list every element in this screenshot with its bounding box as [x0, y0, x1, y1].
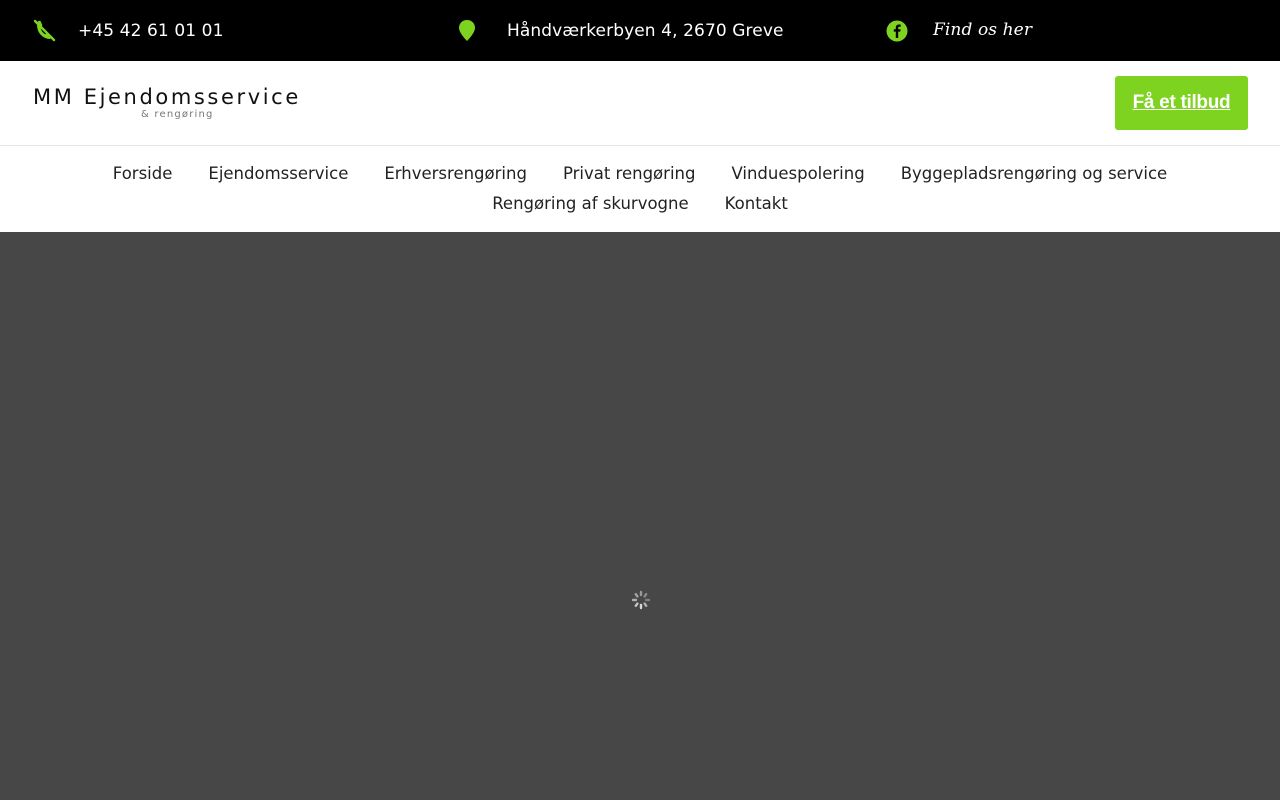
phone-contact[interactable]: +45 42 61 01 01: [31, 0, 224, 61]
logo[interactable]: MM Ejendomsservice & rengøring: [33, 85, 333, 125]
nav-item-byggepladsrengoring[interactable]: Byggepladsrengøring og service: [901, 164, 1167, 183]
phone-icon: [31, 18, 57, 44]
nav-item-ejendomsservice[interactable]: Ejendomsservice: [208, 164, 348, 183]
nav-item-kontakt[interactable]: Kontakt: [725, 194, 788, 213]
nav-row: Rengøring af skurvogne Kontakt: [0, 194, 1280, 213]
nav-item-vinduespolering[interactable]: Vinduespolering: [731, 164, 864, 183]
nav-row: Forside Ejendomsservice Erhversrengøring…: [0, 164, 1280, 183]
main-navigation: Forside Ejendomsservice Erhversrengøring…: [0, 146, 1280, 232]
map-pin-icon: [455, 18, 481, 44]
facebook-label[interactable]: Find os her: [933, 20, 1032, 40]
facebook-icon[interactable]: [884, 18, 910, 44]
phone-number[interactable]: +45 42 61 01 01: [78, 21, 224, 41]
nav-item-forside[interactable]: Forside: [113, 164, 173, 183]
logo-subtitle: & rengøring: [141, 109, 214, 120]
address-text: Håndværkerbyen 4, 2670 Greve: [507, 20, 784, 41]
facebook-link[interactable]: Find os her: [884, 0, 1032, 61]
nav-item-privat-rengoring[interactable]: Privat rengøring: [563, 164, 696, 183]
address-contact: Håndværkerbyen 4, 2670 Greve: [455, 0, 784, 61]
content-loading-area: [0, 232, 1280, 800]
nav-item-skurvogne[interactable]: Rengøring af skurvogne: [492, 194, 688, 213]
site-header: MM Ejendomsservice & rengøring Få et til…: [0, 61, 1280, 146]
top-contact-bar: +45 42 61 01 01 Håndværkerbyen 4, 2670 G…: [0, 0, 1280, 61]
get-quote-button[interactable]: Få et tilbud: [1115, 76, 1248, 130]
nav-item-erhversrengoring[interactable]: Erhversrengøring: [384, 164, 527, 183]
loading-spinner-icon: [630, 589, 652, 613]
logo-title: MM Ejendomsservice: [33, 85, 301, 109]
